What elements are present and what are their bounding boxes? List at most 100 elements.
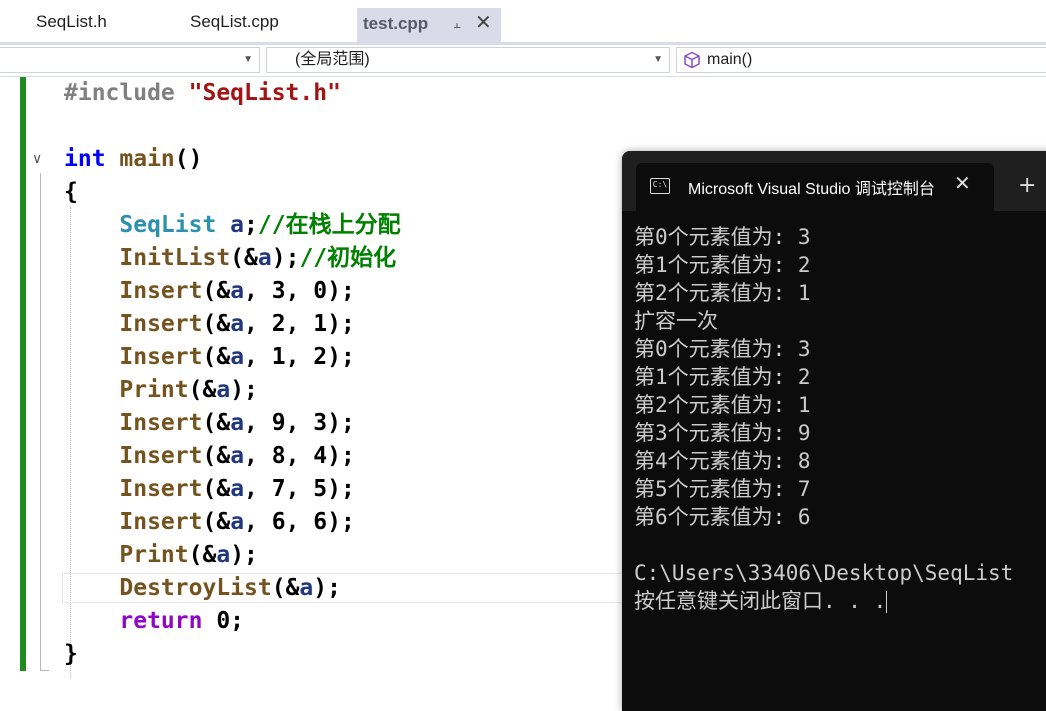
code-line[interactable]: Print(&a); — [64, 374, 258, 407]
debug-console-window[interactable]: C:\ Microsoft Visual Studio 调试控制台 ✕ + 第0… — [622, 151, 1046, 711]
code-line[interactable]: { — [64, 176, 78, 209]
close-icon[interactable]: ✕ — [475, 7, 492, 39]
code-token: 0; — [216, 608, 245, 634]
code-token: , 7, 5); — [244, 476, 355, 502]
close-icon[interactable]: ✕ — [954, 171, 971, 195]
code-token: Insert — [119, 509, 203, 535]
console-output: 第0个元素值为: 3 第1个元素值为: 2 第2个元素值为: 1 扩容一次 第0个元素值… — [634, 223, 1046, 615]
tab-seqlist-h[interactable]: SeqList.h — [36, 6, 107, 38]
code-token: } — [64, 641, 78, 667]
code-token: //在栈上分配 — [257, 212, 401, 238]
console-tab-title: Microsoft Visual Studio 调试控制台 — [688, 181, 934, 198]
console-titlebar: C:\ Microsoft Visual Studio 调试控制台 ✕ + — [622, 151, 1046, 211]
code-token: { — [64, 179, 78, 205]
code-line[interactable]: Insert(&a, 2, 1); — [64, 308, 355, 341]
code-line[interactable]: int main() — [64, 143, 202, 176]
code-token: a — [299, 575, 314, 601]
code-token: a — [230, 509, 245, 535]
tab-seqlist-cpp[interactable]: SeqList.cpp — [190, 6, 279, 38]
console-output-line: 第6个元素值为: 6 — [634, 505, 811, 529]
navigation-bar: ▼ (全局范围) ▼ main() — [0, 45, 1046, 77]
code-line[interactable]: InitList(&a);//初始化 — [64, 242, 396, 275]
code-token: Insert — [119, 278, 203, 304]
code-line[interactable]: return 0; — [64, 605, 244, 638]
member-dropdown[interactable]: main() — [676, 47, 1046, 73]
code-token: Insert — [119, 443, 203, 469]
code-token: ); — [271, 245, 300, 271]
code-line[interactable]: Insert(&a, 7, 5); — [64, 473, 355, 506]
code-token: int — [64, 146, 120, 172]
code-token: ; — [244, 212, 258, 238]
code-token: a — [257, 245, 272, 271]
console-output-line: C:\Users\33406\Desktop\SeqList — [634, 561, 1014, 585]
console-output-line: 扩容一次 — [634, 309, 718, 333]
console-output-line: 第2个元素值为: 1 — [634, 393, 811, 417]
code-token: a — [230, 311, 245, 337]
tab-label: SeqList.cpp — [190, 12, 279, 31]
code-line[interactable]: Insert(&a, 3, 0); — [64, 275, 354, 308]
code-token: #include — [64, 80, 189, 106]
chevron-down-icon: ▼ — [653, 54, 663, 65]
code-token: , 6, 6); — [244, 509, 355, 535]
code-token: a — [230, 344, 245, 370]
code-token: Print — [119, 542, 189, 568]
console-output-line: 第4个元素值为: 8 — [634, 449, 811, 473]
code-token: return — [119, 608, 217, 634]
member-dropdown-value: main() — [707, 51, 753, 68]
collapse-chevron-icon[interactable]: ∨ — [32, 151, 42, 167]
scope-dropdown-value: (全局范围) — [295, 51, 370, 68]
new-tab-plus-icon[interactable]: + — [1018, 173, 1036, 198]
project-dropdown[interactable]: ▼ — [0, 47, 260, 73]
scope-dropdown[interactable]: (全局范围) ▼ — [266, 47, 670, 73]
code-line[interactable]: SeqList a;//在栈上分配 — [64, 209, 401, 242]
code-token: a — [230, 443, 245, 469]
code-line[interactable]: Print(&a); — [64, 539, 258, 572]
code-line[interactable]: DestroyList(&a); — [64, 572, 341, 605]
code-token: main — [119, 146, 175, 172]
code-token: , 1, 2); — [244, 344, 355, 370]
console-output-line: 第0个元素值为: 3 — [634, 225, 811, 249]
code-token: (& — [188, 542, 217, 568]
code-token: (& — [202, 311, 231, 337]
code-line[interactable]: Insert(&a, 1, 2); — [64, 341, 355, 374]
document-tab-bar: SeqList.h SeqList.cpp test.cpp ⫠ ✕ — [0, 0, 1046, 42]
code-token: (& — [202, 509, 231, 535]
code-token: , 8, 4); — [244, 443, 355, 469]
code-line[interactable]: } — [64, 638, 78, 671]
code-token: "SeqList.h" — [188, 80, 341, 106]
code-token: ); — [230, 377, 258, 403]
code-token: SeqList — [119, 212, 231, 238]
code-token: Insert — [119, 410, 203, 436]
console-output-line: 第2个元素值为: 1 — [634, 281, 811, 305]
console-tab[interactable]: C:\ Microsoft Visual Studio 调试控制台 ✕ — [636, 163, 994, 211]
fold-region-line — [40, 173, 41, 671]
text-cursor — [886, 591, 888, 613]
code-line[interactable]: Insert(&a, 9, 3); — [64, 407, 355, 440]
code-line[interactable]: #include "SeqList.h" — [64, 77, 341, 110]
code-token: (& — [230, 245, 258, 271]
chevron-down-icon: ▼ — [243, 54, 253, 65]
code-line[interactable]: Insert(&a, 8, 4); — [64, 440, 355, 473]
tab-test-cpp[interactable]: test.cpp ⫠ ✕ — [357, 8, 501, 42]
pin-icon[interactable]: ⫠ — [453, 8, 461, 40]
terminal-icon: C:\ — [650, 178, 670, 194]
code-token: (& — [202, 344, 231, 370]
code-line[interactable]: Insert(&a, 6, 6); — [64, 506, 355, 539]
code-token: (& — [202, 476, 231, 502]
code-token: , 9, 3); — [244, 410, 355, 436]
code-token: , 2, 1); — [244, 311, 355, 337]
code-token: a — [230, 278, 245, 304]
code-token: a — [216, 377, 231, 403]
tab-label: test.cpp — [363, 14, 429, 33]
code-token: a — [216, 542, 231, 568]
code-token: () — [174, 146, 203, 172]
